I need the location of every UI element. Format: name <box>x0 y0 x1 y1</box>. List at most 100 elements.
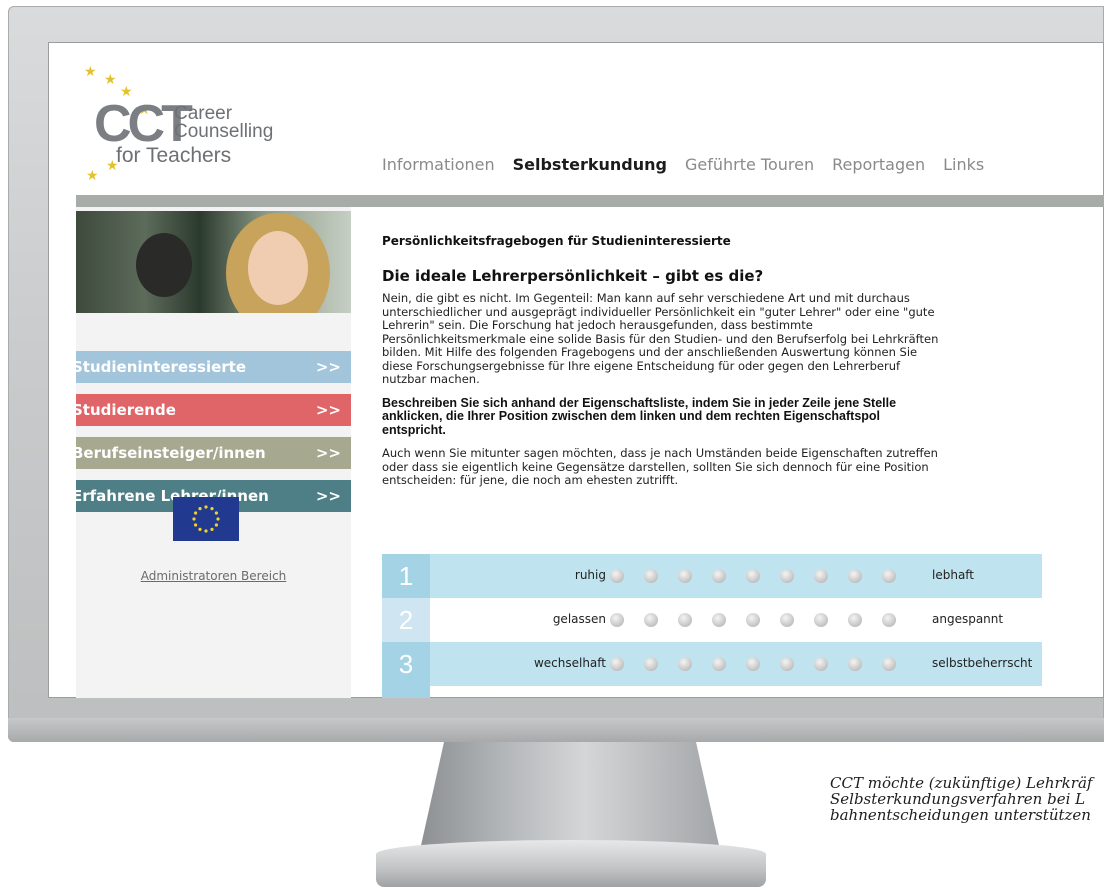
double-chevron-icon: >> <box>315 444 341 462</box>
rating-radio[interactable] <box>746 613 760 627</box>
eu-flag-icon <box>173 497 239 541</box>
rating-scale <box>610 613 896 627</box>
rating-radio[interactable] <box>780 569 794 583</box>
double-chevron-icon: >> <box>315 487 341 505</box>
rating-radio[interactable] <box>848 569 862 583</box>
right-pole-label: selbstbeherrscht <box>932 656 1033 670</box>
caption-line: CCT möchte (zukünftige) Lehrkräf <box>830 775 1093 792</box>
question-row: 2 gelassen angespannt <box>382 598 1042 642</box>
text-line: diese Forschungsergebnisse für Ihre eige… <box>382 358 901 373</box>
text-line: unterschiedlicher und ausgeprägt individ… <box>382 304 935 319</box>
caption-line: bahnentscheidungen unterstützen <box>830 806 1091 823</box>
rating-radio[interactable] <box>712 613 726 627</box>
site-logo[interactable]: ★ ★ ★ ★ ★ ★ CCT Career Counselling for T… <box>76 60 336 190</box>
double-chevron-icon: >> <box>315 401 341 419</box>
sidebar-btn-studierende[interactable]: Studierende >> <box>76 394 351 426</box>
text-line: Lehrerin" sein. Die Forschung hat jedoch… <box>382 318 813 332</box>
rating-scale <box>610 569 896 583</box>
star-icon: ★ <box>104 71 117 87</box>
question-row: 1 ruhig lebhaft <box>382 554 1042 598</box>
rating-radio[interactable] <box>848 657 862 671</box>
note-paragraph: Auch wenn Sie mitunter sagen möchten, da… <box>382 446 1048 488</box>
rating-radio[interactable] <box>780 613 794 627</box>
rating-radio[interactable] <box>678 569 692 583</box>
rating-radio[interactable] <box>848 613 862 627</box>
main-content: Persönlichkeitsfragebogen für Studienint… <box>382 234 1048 488</box>
left-pole-label: ruhig <box>574 568 606 582</box>
logo-text-line2: Counselling <box>174 121 274 142</box>
rating-radio[interactable] <box>644 569 658 583</box>
rating-radio[interactable] <box>882 613 896 627</box>
rating-radio[interactable] <box>644 657 658 671</box>
header-divider <box>76 195 1104 207</box>
question-row: 3 wechselhaft selbstbeherrscht <box>382 642 1042 686</box>
rating-radio[interactable] <box>644 613 658 627</box>
admin-area-link[interactable]: Administratoren Bereich <box>76 569 351 583</box>
left-pole-label: gelassen <box>552 612 606 626</box>
rating-radio[interactable] <box>678 657 692 671</box>
sidebar-btn-label: Studieninteressierte <box>76 358 247 376</box>
photo-person-face <box>248 231 308 305</box>
star-icon: ★ <box>86 167 99 183</box>
photo-person-background <box>136 233 192 297</box>
monitor-stand-neck <box>420 742 720 850</box>
teaser-photo <box>76 211 351 313</box>
left-pole-label: wechselhaft <box>533 656 606 670</box>
text-line: nutzbar machen. <box>382 372 480 386</box>
rating-radio[interactable] <box>814 569 828 583</box>
question-row-partial <box>382 686 430 698</box>
nav-links[interactable]: Links <box>943 155 984 174</box>
rating-scale <box>610 657 896 671</box>
nav-selbsterkundung[interactable]: Selbsterkundung <box>513 155 667 174</box>
question-number: 3 <box>382 642 430 686</box>
right-pole-label: angespannt <box>932 612 1004 626</box>
rating-radio[interactable] <box>780 657 794 671</box>
text-line: Nein, die gibt es nicht. Im Gegenteil: M… <box>382 291 910 305</box>
nav-gefuehrte-touren[interactable]: Geführte Touren <box>685 155 814 174</box>
double-chevron-icon: >> <box>315 358 341 376</box>
nav-reportagen[interactable]: Reportagen <box>832 155 925 174</box>
text-line: anklicken, die Ihrer Position zwischen d… <box>382 409 881 423</box>
personality-questionnaire: 1 ruhig lebhaft 2 gelassen angespannt 3 … <box>382 554 1042 686</box>
caption-line: Selbsterkundungsverfahren bei L <box>830 790 1086 808</box>
rating-radio[interactable] <box>712 657 726 671</box>
rating-radio[interactable] <box>882 569 896 583</box>
intro-paragraph: Nein, die gibt es nicht. Im Gegenteil: M… <box>382 291 1048 387</box>
nav-informationen[interactable]: Informationen <box>382 155 495 174</box>
sidebar-btn-berufseinsteiger[interactable]: Berufseinsteiger/innen >> <box>76 437 351 469</box>
rating-radio[interactable] <box>712 569 726 583</box>
right-pole-label: lebhaft <box>932 568 975 582</box>
text-line: Persönlichkeitsmerkmale eine solide Basi… <box>382 331 939 346</box>
text-line: oder dass sie eigentlich keine Gegensätz… <box>382 459 929 474</box>
star-icon: ★ <box>84 63 97 79</box>
rating-radio[interactable] <box>610 657 624 671</box>
text-line: entspricht. <box>382 422 446 437</box>
rating-radio[interactable] <box>610 613 624 627</box>
question-number: 1 <box>382 554 430 598</box>
image-caption: CCT möchte (zukünftige) Lehrkräf Selbste… <box>830 775 1104 823</box>
browser-screen: ★ ★ ★ ★ ★ ★ CCT Career Counselling for T… <box>48 42 1104 698</box>
section-heading: Die ideale Lehrerpersönlichkeit – gibt e… <box>382 267 764 285</box>
text-line: Auch wenn Sie mitunter sagen möchten, da… <box>382 446 938 460</box>
text-line: entscheiden: für jene, die noch am ehest… <box>382 473 679 487</box>
logo-text-line3: for Teachers <box>116 144 232 167</box>
monitor-stand-base <box>376 840 766 887</box>
instruction-paragraph: Beschreiben Sie sich anhand der Eigensch… <box>382 395 1048 438</box>
sidebar-btn-studieninteressierte[interactable]: Studieninteressierte >> <box>76 351 351 383</box>
rating-radio[interactable] <box>814 657 828 671</box>
rating-radio[interactable] <box>814 613 828 627</box>
sidebar-btn-label: Studierende <box>76 401 176 419</box>
rating-radio[interactable] <box>678 613 692 627</box>
page-title: Persönlichkeitsfragebogen für Studienint… <box>382 234 731 248</box>
sidebar: Studieninteressierte >> Studierende >> B… <box>76 207 351 698</box>
rating-radio[interactable] <box>746 657 760 671</box>
rating-radio[interactable] <box>610 569 624 583</box>
rating-radio[interactable] <box>746 569 760 583</box>
main-navigation: Informationen Selbsterkundung Geführte T… <box>382 155 1002 174</box>
site-header: ★ ★ ★ ★ ★ ★ CCT Career Counselling for T… <box>48 42 1104 192</box>
sidebar-btn-label: Berufseinsteiger/innen <box>76 444 266 462</box>
rating-radio[interactable] <box>882 657 896 671</box>
text-line: bilden. Mit Hilfe des folgenden Fragebog… <box>382 345 918 359</box>
question-number: 2 <box>382 598 430 642</box>
text-line: Beschreiben Sie sich anhand der Eigensch… <box>382 395 897 410</box>
